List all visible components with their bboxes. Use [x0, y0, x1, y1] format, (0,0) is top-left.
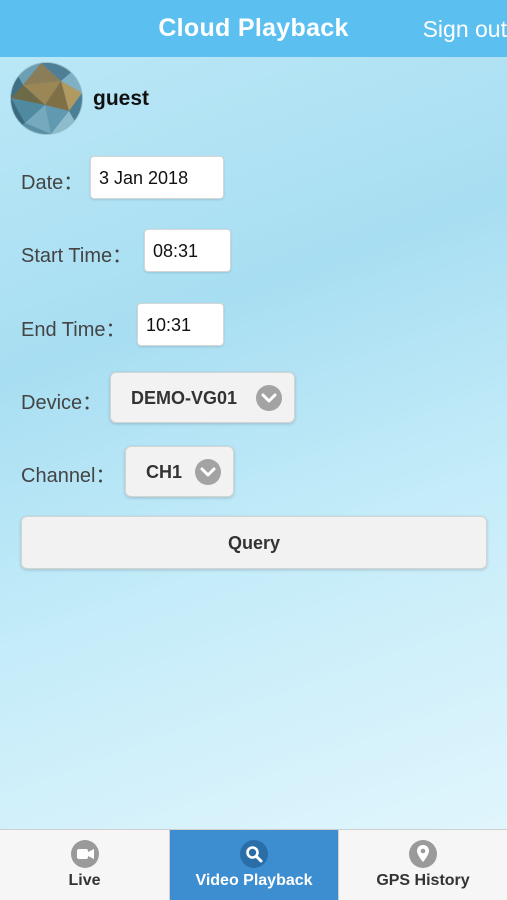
tab-video-playback-label: Video Playback [195, 872, 313, 889]
tab-live-label: Live [68, 872, 101, 889]
channel-select[interactable]: CH1 [125, 446, 234, 497]
chevron-down-icon [195, 459, 221, 485]
device-label: Device： [21, 392, 103, 414]
device-select[interactable]: DEMO-VG01 [110, 372, 295, 423]
search-icon [240, 840, 268, 868]
query-button[interactable]: Query [21, 516, 487, 569]
end-time-label: End Time： [21, 319, 126, 341]
tab-gps-history-label: GPS History [376, 872, 470, 889]
bottom-tab-bar: Live Video Playback GPS History [0, 829, 507, 900]
device-select-value: DEMO-VG01 [131, 388, 238, 408]
location-pin-icon [409, 840, 437, 868]
start-time-label: Start Time： [21, 245, 133, 267]
tab-gps-history[interactable]: GPS History [339, 830, 507, 900]
video-camera-icon [70, 840, 99, 868]
tab-live[interactable]: Live [0, 830, 170, 900]
sign-out-button[interactable]: Sign out [423, 16, 507, 43]
channel-label: Channel： [21, 465, 116, 487]
header-bar: Cloud Playback Sign out [0, 0, 507, 57]
start-time-field[interactable]: 08:31 [144, 229, 231, 272]
channel-select-value: CH1 [146, 462, 183, 482]
end-time-field[interactable]: 10:31 [137, 303, 224, 346]
tab-video-playback[interactable]: Video Playback [170, 830, 339, 900]
date-label: Date： [21, 172, 84, 194]
chevron-down-icon [256, 385, 282, 411]
avatar [11, 63, 82, 134]
username: guest [93, 87, 150, 110]
date-field[interactable]: 3 Jan 2018 [90, 156, 224, 199]
